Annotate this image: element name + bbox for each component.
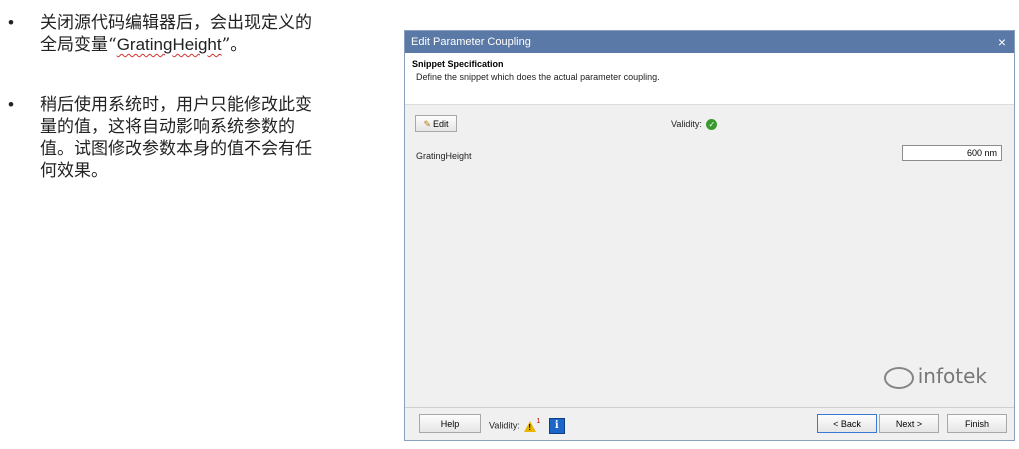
screen: • 关闭源代码编辑器后，会出现定义的全局变量“GratingHeight”。 •… xyxy=(0,0,1019,449)
check-circle-icon: ✓ xyxy=(706,119,718,131)
note-text: 稍后使用系统时，用户只能修改此变量的值，这将自动影响系统参数的值。试图修改参数本… xyxy=(40,95,312,181)
dialog-title: Edit Parameter Coupling xyxy=(411,36,531,48)
help-button[interactable]: Help xyxy=(419,414,481,433)
finish-button[interactable]: Finish xyxy=(947,414,1007,433)
close-icon[interactable]: × xyxy=(998,31,1006,53)
warning-count: 1 xyxy=(536,418,541,425)
watermark-text: infotek xyxy=(917,364,987,388)
validity-status: Validity: ✓ xyxy=(671,119,718,131)
warning-triangle-icon: ! xyxy=(524,420,537,432)
watermark: infotek xyxy=(883,364,987,389)
bullet-marker: • xyxy=(8,13,14,32)
validity-label: Validity: xyxy=(671,119,702,129)
note-bullet-2: • 稍后使用系统时，用户只能修改此变量的值，这将自动影响系统参数的值。试图修改参… xyxy=(8,94,318,182)
footer-validity-status: Validity: ! 1 i xyxy=(489,418,565,434)
info-icon[interactable]: i xyxy=(548,418,565,434)
note-bullet-1: • 关闭源代码编辑器后，会出现定义的全局变量“GratingHeight”。 xyxy=(8,12,318,56)
dialog-titlebar: Edit Parameter Coupling × xyxy=(405,31,1014,53)
variable-name: GratingHeight xyxy=(116,35,222,54)
bullet-marker: • xyxy=(8,95,14,114)
edit-label: Edit xyxy=(433,119,449,129)
header-description: Define the snippet which does the actual… xyxy=(416,72,660,82)
dialog-header: Snippet Specification Define the snippet… xyxy=(405,53,1014,105)
header-title: Snippet Specification xyxy=(412,59,504,69)
pencil-icon: ✎ xyxy=(423,119,432,129)
slide-notes: • 关闭源代码编辑器后，会出现定义的全局变量“GratingHeight”。 •… xyxy=(8,12,318,220)
wechat-logo-icon xyxy=(883,366,914,389)
parameter-value-input[interactable] xyxy=(902,145,1002,161)
footer-validity-label: Validity: xyxy=(489,420,520,431)
parameter-label: GratingHeight xyxy=(416,151,472,161)
edit-button[interactable]: ✎ Edit xyxy=(415,115,457,132)
dialog-footer: Help Validity: ! 1 i < Back Next > Finish xyxy=(405,407,1014,440)
back-button[interactable]: < Back xyxy=(817,414,877,433)
next-button[interactable]: Next > xyxy=(879,414,939,433)
note-text-end: ”。 xyxy=(221,35,248,55)
